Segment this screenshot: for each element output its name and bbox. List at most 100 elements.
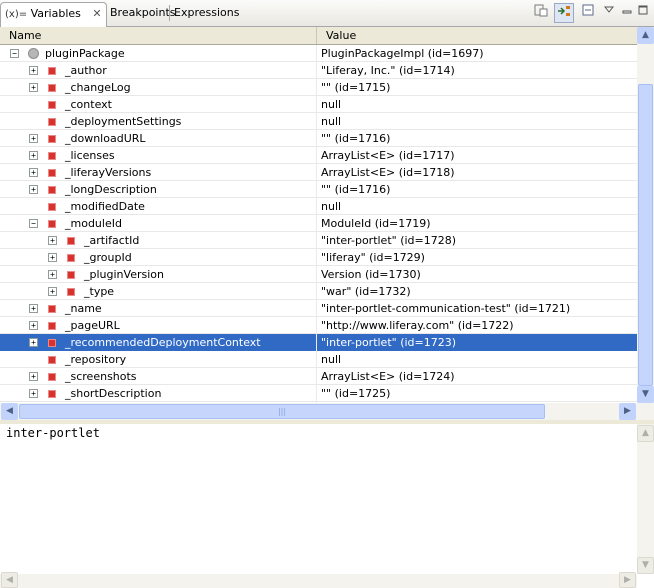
- maximize-icon: [638, 5, 648, 15]
- variable-name: _liferayVersions: [65, 166, 152, 179]
- variable-name: _pluginVersion: [84, 268, 164, 281]
- private-field-icon: [48, 118, 56, 126]
- collapse-all-icon: [582, 4, 594, 16]
- tree-row[interactable]: + _pluginVersion Version (id=1730): [0, 266, 637, 283]
- private-field-icon: [67, 237, 75, 245]
- scroll-up-button[interactable]: ▲: [637, 425, 654, 442]
- expand-icon[interactable]: +: [48, 287, 57, 296]
- expand-icon[interactable]: +: [29, 338, 38, 347]
- collapse-icon[interactable]: −: [29, 219, 38, 228]
- logical-structure-icon: [558, 6, 570, 16]
- tree-row[interactable]: + _type "war" (id=1732): [0, 283, 637, 300]
- scroll-right-button[interactable]: ▶: [619, 572, 636, 588]
- tree-row[interactable]: + _licenses ArrayList<E> (id=1717): [0, 147, 637, 164]
- show-type-names-button[interactable]: [531, 3, 551, 23]
- variable-value: "inter-portlet-communication-test" (id=1…: [321, 302, 571, 315]
- expand-icon[interactable]: +: [29, 151, 38, 160]
- detail-vertical-scrollbar[interactable]: ▲ ▼: [637, 424, 654, 574]
- expand-icon[interactable]: +: [48, 270, 57, 279]
- view-menu-button[interactable]: [599, 3, 619, 23]
- variable-value: "" (id=1716): [321, 183, 391, 196]
- expand-icon[interactable]: +: [29, 168, 38, 177]
- expand-icon[interactable]: +: [29, 321, 38, 330]
- column-separator: [316, 45, 317, 403]
- tree-row[interactable]: _deploymentSettings null: [0, 113, 637, 130]
- tree-row[interactable]: + _shortDescription "" (id=1725): [0, 385, 637, 402]
- expand-icon[interactable]: +: [48, 236, 57, 245]
- tree-row[interactable]: + _groupId "liferay" (id=1729): [0, 249, 637, 266]
- detail-horizontal-scrollbar[interactable]: ◀ ▶: [0, 572, 637, 588]
- tree-row[interactable]: _context null: [0, 96, 637, 113]
- variable-name: _repository: [65, 353, 127, 366]
- private-field-icon: [48, 356, 56, 364]
- show-logical-structure-button[interactable]: [554, 3, 574, 23]
- variable-name: _shortDescription: [65, 387, 162, 400]
- column-header-value[interactable]: Value: [317, 27, 637, 44]
- private-field-icon: [48, 220, 56, 228]
- scroll-up-button[interactable]: ▲: [637, 27, 654, 44]
- scroll-down-button[interactable]: ▼: [637, 557, 654, 574]
- tree-row[interactable]: + _name "inter-portlet-communication-tes…: [0, 300, 637, 317]
- tree-row[interactable]: − _moduleId ModuleId (id=1719): [0, 215, 637, 232]
- tree-row-selected[interactable]: + _recommendedDeploymentContext "inter-p…: [0, 334, 637, 351]
- variables-icon: (x)=: [5, 9, 28, 20]
- private-field-icon: [67, 254, 75, 262]
- tree-row[interactable]: + _longDescription "" (id=1716): [0, 181, 637, 198]
- expand-icon[interactable]: +: [48, 253, 57, 262]
- variable-name: pluginPackage: [45, 47, 125, 60]
- tree-row[interactable]: + _artifactId "inter-portlet" (id=1728): [0, 232, 637, 249]
- variable-name: _author: [65, 64, 107, 77]
- tree-row[interactable]: + _changeLog "" (id=1715): [0, 79, 637, 96]
- scroll-left-button[interactable]: ◀: [1, 572, 18, 588]
- tree-vertical-scrollbar[interactable]: ▲ ▼: [637, 27, 654, 403]
- scroll-right-button[interactable]: ▶: [619, 403, 636, 420]
- expand-icon[interactable]: +: [29, 83, 38, 92]
- tree-row[interactable]: + _author "Liferay, Inc." (id=1714): [0, 62, 637, 79]
- scroll-thumb[interactable]: [638, 84, 653, 386]
- column-header-name[interactable]: Name: [0, 27, 317, 44]
- variable-value: "" (id=1725): [321, 387, 391, 400]
- variable-name: _changeLog: [65, 81, 131, 94]
- tree-row[interactable]: + _liferayVersions ArrayList<E> (id=1718…: [0, 164, 637, 181]
- variable-value: ArrayList<E> (id=1718): [321, 166, 455, 179]
- chevron-down-icon: [603, 6, 615, 13]
- tree-row[interactable]: _modifiedDate null: [0, 198, 637, 215]
- expand-icon[interactable]: +: [29, 372, 38, 381]
- variable-name: _name: [65, 302, 102, 315]
- collapse-all-button[interactable]: [578, 3, 598, 23]
- detail-text: inter-portlet: [6, 426, 100, 440]
- variable-name: _downloadURL: [65, 132, 146, 145]
- private-field-icon: [67, 288, 75, 296]
- tree-row[interactable]: _repository null: [0, 351, 637, 368]
- tree-row[interactable]: + _pageURL "http://www.liferay.com" (id=…: [0, 317, 637, 334]
- maximize-button[interactable]: [633, 3, 653, 23]
- expand-icon[interactable]: +: [29, 389, 38, 398]
- variable-name: _artifactId: [84, 234, 140, 247]
- expand-icon[interactable]: +: [29, 66, 38, 75]
- expand-icon[interactable]: +: [29, 304, 38, 313]
- scroll-thumb[interactable]: |||: [19, 404, 545, 419]
- tree-row[interactable]: + _downloadURL "" (id=1716): [0, 130, 637, 147]
- tree-row[interactable]: + _screenshots ArrayList<E> (id=1724): [0, 368, 637, 385]
- private-field-icon: [48, 135, 56, 143]
- variable-value: "inter-portlet" (id=1723): [321, 336, 457, 349]
- collapse-icon[interactable]: −: [10, 49, 19, 58]
- variables-tree: − pluginPackage PluginPackageImpl (id=16…: [0, 45, 637, 403]
- private-field-icon: [67, 271, 75, 279]
- close-icon[interactable]: ✕: [92, 7, 101, 20]
- variable-value: null: [321, 200, 342, 213]
- expand-icon[interactable]: +: [29, 134, 38, 143]
- expand-icon[interactable]: +: [29, 185, 38, 194]
- variable-name: _licenses: [65, 149, 115, 162]
- private-field-icon: [48, 322, 56, 330]
- scroll-left-button[interactable]: ◀: [1, 403, 18, 420]
- tab-variables[interactable]: (x)= Variables ✕: [0, 2, 107, 27]
- tree-row[interactable]: − pluginPackage PluginPackageImpl (id=16…: [0, 45, 637, 62]
- private-field-icon: [48, 373, 56, 381]
- scroll-down-button[interactable]: ▼: [637, 386, 654, 403]
- tab-expressions[interactable]: Expressions: [170, 2, 243, 24]
- tree-horizontal-scrollbar[interactable]: ◀ ||| ▶: [0, 403, 637, 420]
- variable-value: "" (id=1715): [321, 81, 391, 94]
- detail-pane[interactable]: inter-portlet: [0, 424, 637, 574]
- variable-name: _moduleId: [65, 217, 122, 230]
